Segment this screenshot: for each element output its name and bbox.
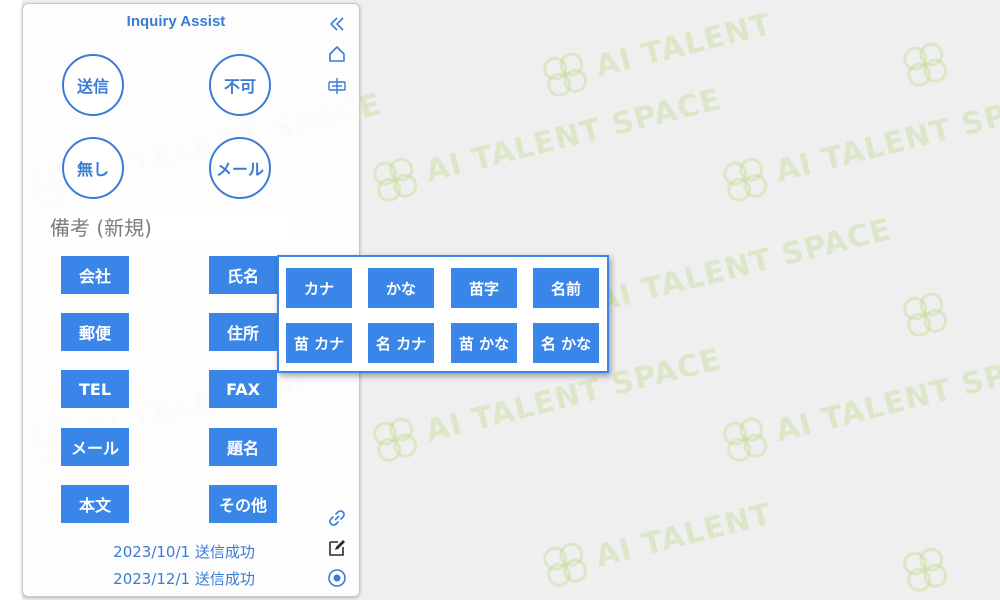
brain-logo-icon <box>373 417 418 462</box>
given-name-button[interactable]: 名前 <box>533 268 599 308</box>
given-name-hiragana-button[interactable]: 名 かな <box>533 323 599 363</box>
given-name-kana-button[interactable]: 名 カナ <box>368 323 434 363</box>
brain-logo-icon <box>723 157 768 202</box>
collapse-icon[interactable] <box>325 12 349 36</box>
panel-title: Inquiry Assist <box>126 13 226 30</box>
translate-icon[interactable] <box>325 74 349 98</box>
brain-logo-icon <box>543 52 588 97</box>
none-button[interactable]: 無し <box>62 137 124 199</box>
watermark-logo <box>894 283 957 346</box>
brain-logo-icon <box>373 157 418 202</box>
brain-logo-icon <box>723 417 768 462</box>
surname-kana-button[interactable]: 苗 カナ <box>286 323 352 363</box>
name-hiragana-button[interactable]: かな <box>368 268 434 308</box>
field-mail-button[interactable]: メール <box>61 428 129 466</box>
brain-logo-icon <box>903 547 948 592</box>
watermark-logo: AI TALENT SPACE <box>364 73 727 211</box>
name-kana-button[interactable]: カナ <box>286 268 352 308</box>
field-address-button[interactable]: 住所 <box>209 313 277 351</box>
mail-button[interactable]: メール <box>209 137 271 199</box>
page-left-margin <box>0 0 22 600</box>
field-subject-button[interactable]: 題名 <box>209 428 277 466</box>
surname-button[interactable]: 苗字 <box>451 268 517 308</box>
field-other-button[interactable]: その他 <box>209 485 277 523</box>
field-name-button[interactable]: 氏名 <box>209 256 277 294</box>
field-company-button[interactable]: 会社 <box>61 256 129 294</box>
surname-hiragana-button[interactable]: 苗 かな <box>451 323 517 363</box>
field-tel-button[interactable]: TEL <box>61 370 129 408</box>
watermark-logo <box>894 33 957 96</box>
brain-logo-icon <box>903 292 948 337</box>
brain-logo-icon <box>903 42 948 87</box>
home-icon[interactable] <box>325 42 349 66</box>
field-fax-button[interactable]: FAX <box>209 370 277 408</box>
reject-button[interactable]: 不可 <box>209 54 271 116</box>
watermark-logo: AI TALENT SPA <box>714 84 1000 211</box>
field-postal-button[interactable]: 郵便 <box>61 313 129 351</box>
link-icon[interactable] <box>325 506 349 530</box>
watermark-logo: AI TALENT <box>534 488 778 596</box>
notes-label: 備考 (新規) <box>50 210 288 246</box>
send-button[interactable]: 送信 <box>62 54 124 116</box>
brain-logo-icon <box>543 542 588 587</box>
name-options-popup: カナ かな 苗字 名前 苗 カナ 名 カナ 苗 かな 名 かな <box>277 255 609 373</box>
watermark-logo <box>894 538 957 600</box>
watermark-logo: AI TALENT SPA <box>714 344 1000 471</box>
watermark-logo: AI TALENT <box>534 0 778 106</box>
field-body-button[interactable]: 本文 <box>61 485 129 523</box>
history-entry: 2023/10/1 送信成功 <box>113 543 255 561</box>
history-entry: 2023/12/1 送信成功 <box>113 570 255 588</box>
